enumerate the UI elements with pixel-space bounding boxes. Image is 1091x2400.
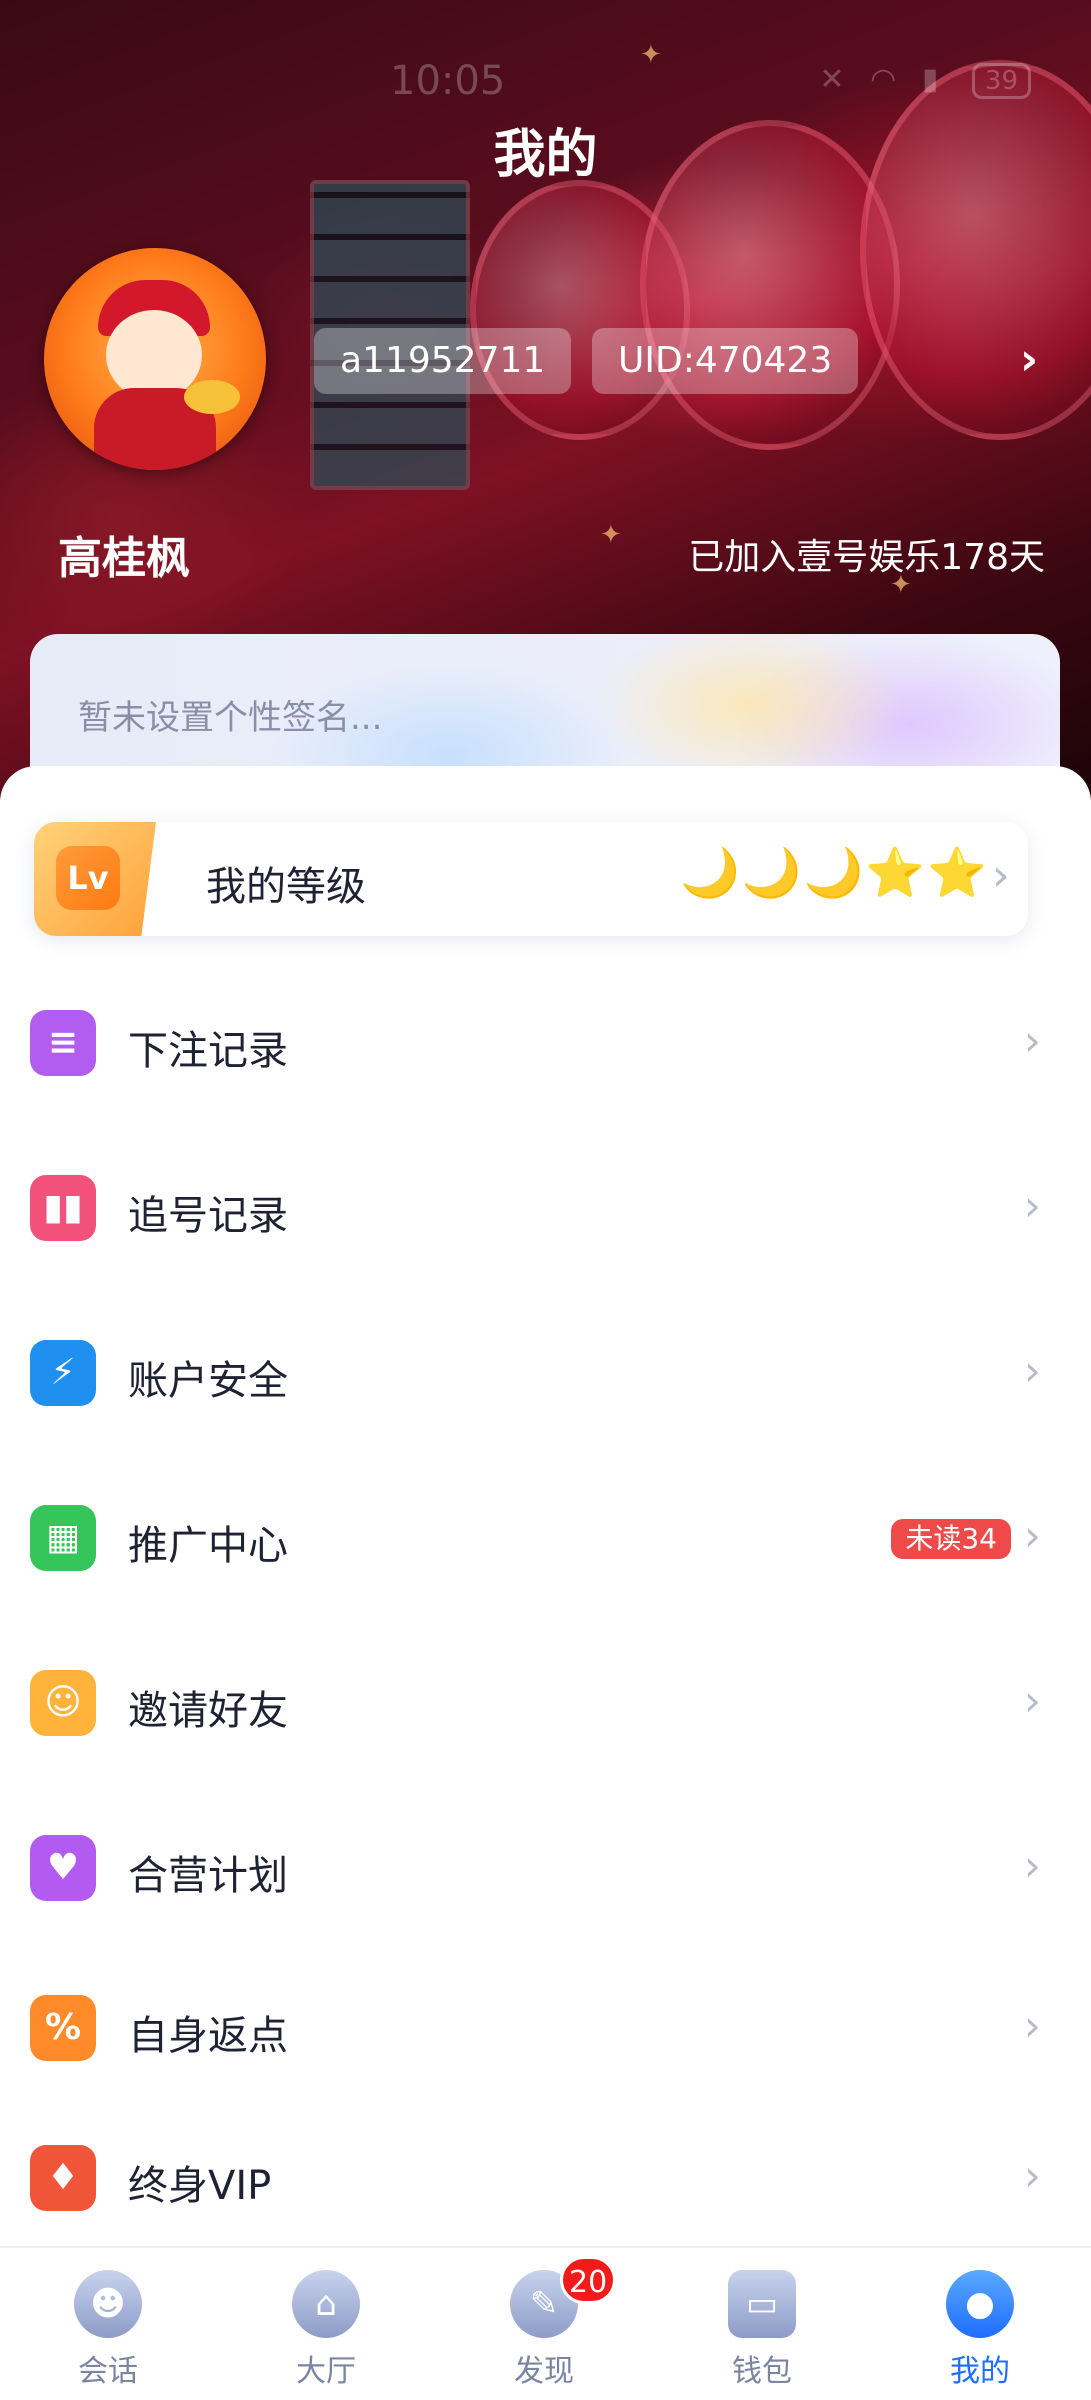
- menu-item-partner-plan[interactable]: ♥ 合营计划 ›: [0, 1813, 1091, 1923]
- chevron-right-icon: ›: [1024, 2151, 1041, 2200]
- menu-item-label: 终身VIP: [128, 2163, 272, 2209]
- sparkle-icon: ✦: [600, 520, 622, 550]
- shield-icon: ⚡: [30, 1340, 96, 1406]
- battery-icon: 39: [971, 63, 1031, 99]
- bet-record-icon: ≡: [30, 1010, 96, 1076]
- vip-icon: ♦: [30, 2145, 96, 2211]
- tab-discover[interactable]: ✎ 20 发现: [444, 2248, 644, 2400]
- menu-item-invite-friends[interactable]: ☺ 邀请好友 ›: [0, 1648, 1091, 1758]
- menu-item-label: 账户安全: [128, 1358, 288, 1404]
- menu-item-label: 追号记录: [128, 1193, 288, 1239]
- chevron-right-icon: ›: [1024, 1016, 1041, 1065]
- menu-item-label: 自身返点: [128, 2013, 288, 2059]
- chase-record-icon: ▮▮: [30, 1175, 96, 1241]
- tab-label: 我的: [950, 2354, 1010, 2389]
- menu-item-bet-record[interactable]: ≡ 下注记录 ›: [0, 988, 1091, 1098]
- status-bar: 10:05 ✕ ◠ ▮ 39: [0, 50, 1091, 110]
- status-icons: ✕ ◠ ▮ 39: [819, 62, 1031, 99]
- chevron-right-icon: ›: [1024, 1511, 1041, 1560]
- level-moon-star-icons: 🌙🌙🌙⭐⭐: [680, 845, 989, 901]
- unread-badge: 未读34: [891, 1519, 1011, 1559]
- qr-code-icon: ▦: [30, 1505, 96, 1571]
- tab-profile[interactable]: ● 我的: [880, 2248, 1080, 2400]
- nickname: 高桂枫: [58, 533, 190, 584]
- menu-item-label: 下注记录: [128, 1028, 288, 1074]
- menu-item-rebate[interactable]: % 自身返点 ›: [0, 1973, 1091, 2083]
- wifi-icon: ◠: [870, 62, 905, 97]
- bottom-tab-bar: ☻ 会话 ⌂ 大厅 ✎ 20 发现 ▭ 钱包 ● 我的: [0, 2246, 1091, 2400]
- level-label: 我的等级: [206, 864, 366, 910]
- invite-icon: ☺: [30, 1670, 96, 1736]
- profile-icon: ●: [946, 2270, 1014, 2338]
- notification-badge: 20: [560, 2256, 617, 2304]
- chevron-right-icon: ›: [1024, 2001, 1041, 2050]
- chat-icon: ☻: [74, 2270, 142, 2338]
- status-time: 10:05: [390, 58, 506, 104]
- percent-icon: %: [30, 1995, 96, 2061]
- uid-pill: UID:470423: [592, 328, 859, 394]
- menu-item-lifetime-vip[interactable]: ♦ 终身VIP ›: [0, 2123, 1091, 2233]
- home-icon: ⌂: [292, 2270, 360, 2338]
- tab-label: 会话: [78, 2354, 138, 2389]
- mute-icon: ✕: [819, 62, 853, 97]
- chevron-right-icon: ›: [1024, 1181, 1041, 1230]
- chevron-right-icon: ›: [992, 850, 1010, 901]
- wallet-icon: ▭: [728, 2270, 796, 2338]
- menu-item-promotion-center[interactable]: ▦ 推广中心 未读34 ›: [0, 1483, 1091, 1593]
- menu-item-label: 邀请好友: [128, 1688, 288, 1734]
- username-pill: a11952711: [314, 328, 572, 394]
- tab-label: 钱包: [732, 2354, 792, 2389]
- lv-icon: Lv: [56, 846, 120, 910]
- level-card[interactable]: Lv 我的等级 🌙🌙🌙⭐⭐ ›: [34, 822, 1028, 936]
- partner-icon: ♥: [30, 1835, 96, 1901]
- tab-chat[interactable]: ☻ 会话: [8, 2248, 208, 2400]
- menu-item-chase-record[interactable]: ▮▮ 追号记录 ›: [0, 1153, 1091, 1263]
- chevron-right-icon: ›: [1024, 1841, 1041, 1890]
- chevron-right-icon[interactable]: ›: [1020, 334, 1038, 385]
- chevron-right-icon: ›: [1024, 1346, 1041, 1395]
- menu-item-label: 合营计划: [128, 1853, 288, 1899]
- signature-placeholder: 暂未设置个性签名...: [78, 698, 383, 738]
- avatar[interactable]: [44, 248, 266, 470]
- page-title: 我的: [493, 125, 598, 185]
- tab-label: 大厅: [296, 2354, 356, 2389]
- menu-item-account-security[interactable]: ⚡ 账户安全 ›: [0, 1318, 1091, 1428]
- menu-item-label: 推广中心: [128, 1523, 288, 1569]
- tab-wallet[interactable]: ▭ 钱包: [662, 2248, 862, 2400]
- signal-icon: ▮: [921, 62, 947, 97]
- tab-label: 发现: [514, 2354, 574, 2389]
- tab-lobby[interactable]: ⌂ 大厅: [226, 2248, 426, 2400]
- joined-days: 已加入壹号娱乐178天: [688, 537, 1045, 578]
- chevron-right-icon: ›: [1024, 1676, 1041, 1725]
